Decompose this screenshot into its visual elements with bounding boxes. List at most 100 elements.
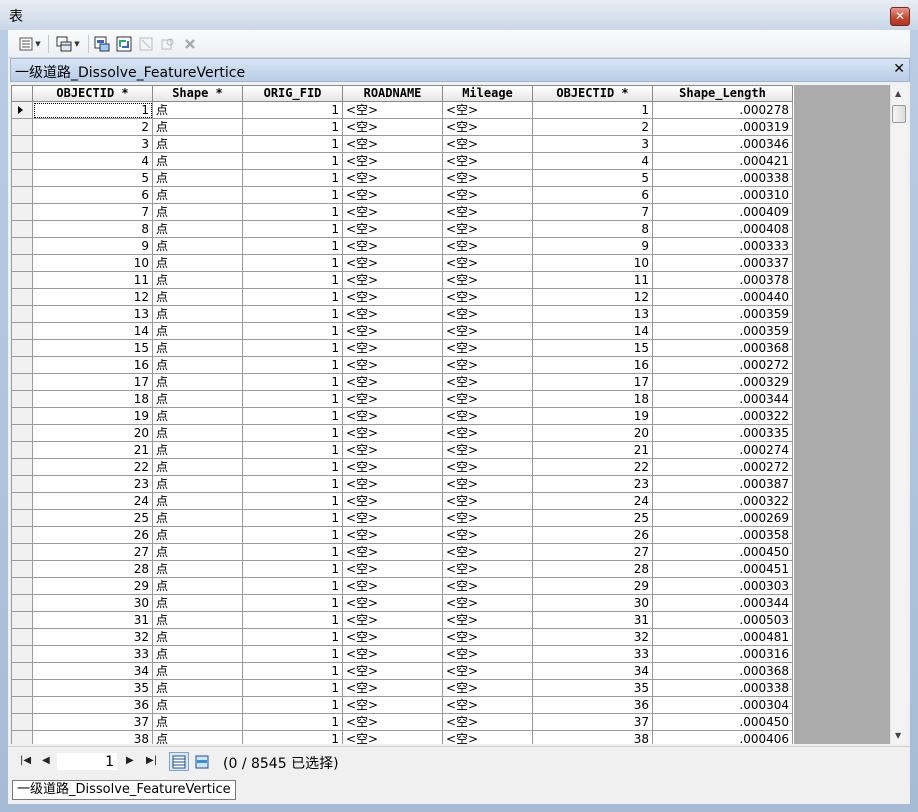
column-header[interactable]: ORIG_FID bbox=[243, 85, 343, 102]
cell-orig-fid[interactable]: 1 bbox=[243, 493, 343, 510]
cell-shape[interactable]: 点 bbox=[153, 170, 243, 187]
cell-objectid-2[interactable]: 17 bbox=[533, 374, 653, 391]
cell-roadname[interactable]: <空> bbox=[343, 561, 443, 578]
cell-roadname[interactable]: <空> bbox=[343, 680, 443, 697]
cell-shape[interactable]: 点 bbox=[153, 187, 243, 204]
cell-mileage[interactable]: <空> bbox=[443, 442, 533, 459]
cell-orig-fid[interactable]: 1 bbox=[243, 170, 343, 187]
cell-objectid[interactable]: 38 bbox=[33, 731, 153, 744]
cell-shape-length[interactable]: .000440 bbox=[653, 289, 793, 306]
table-row[interactable]: 23 点 1 <空> <空> 23.000387 bbox=[11, 476, 793, 493]
cell-roadname[interactable]: <空> bbox=[343, 323, 443, 340]
cell-roadname[interactable]: <空> bbox=[343, 136, 443, 153]
table-row[interactable]: 35 点 1 <空> <空> 35.000338 bbox=[11, 680, 793, 697]
cell-objectid[interactable]: 5 bbox=[33, 170, 153, 187]
cell-orig-fid[interactable]: 1 bbox=[243, 697, 343, 714]
cell-objectid-2[interactable]: 31 bbox=[533, 612, 653, 629]
cell-objectid-2[interactable]: 26 bbox=[533, 527, 653, 544]
cell-shape[interactable]: 点 bbox=[153, 323, 243, 340]
attribute-grid[interactable]: OBJECTID * Shape * ORIG_FID ROADNAME Mil… bbox=[11, 85, 890, 744]
table-row[interactable]: 11 点 1 <空> <空> 11.000378 bbox=[11, 272, 793, 289]
cell-shape[interactable]: 点 bbox=[153, 578, 243, 595]
cell-mileage[interactable]: <空> bbox=[443, 153, 533, 170]
cell-objectid-2[interactable]: 16 bbox=[533, 357, 653, 374]
first-record-icon[interactable]: |◀ bbox=[20, 755, 31, 766]
cell-objectid-2[interactable]: 38 bbox=[533, 731, 653, 744]
table-row[interactable]: 19 点 1 <空> <空> 19.000322 bbox=[11, 408, 793, 425]
cell-shape-length[interactable]: .000406 bbox=[653, 731, 793, 744]
cell-orig-fid[interactable]: 1 bbox=[243, 323, 343, 340]
cell-shape[interactable]: 点 bbox=[153, 731, 243, 744]
show-all-records-button[interactable] bbox=[169, 752, 189, 771]
cell-roadname[interactable]: <空> bbox=[343, 306, 443, 323]
cell-mileage[interactable]: <空> bbox=[443, 238, 533, 255]
cell-orig-fid[interactable]: 1 bbox=[243, 561, 343, 578]
row-selector[interactable] bbox=[11, 306, 33, 323]
cell-orig-fid[interactable]: 1 bbox=[243, 374, 343, 391]
table-row[interactable]: 24 点 1 <空> <空> 24.000322 bbox=[11, 493, 793, 510]
cell-orig-fid[interactable]: 1 bbox=[243, 459, 343, 476]
vertical-scrollbar[interactable]: ▲ ▼ bbox=[890, 85, 907, 744]
cell-objectid[interactable]: 9 bbox=[33, 238, 153, 255]
row-selector[interactable] bbox=[11, 408, 33, 425]
cell-objectid-2[interactable]: 37 bbox=[533, 714, 653, 731]
cell-objectid-2[interactable]: 24 bbox=[533, 493, 653, 510]
table-row[interactable]: 6 点 1 <空> <空> 6.000310 bbox=[11, 187, 793, 204]
cell-roadname[interactable]: <空> bbox=[343, 493, 443, 510]
cell-mileage[interactable]: <空> bbox=[443, 493, 533, 510]
cell-mileage[interactable]: <空> bbox=[443, 425, 533, 442]
cell-objectid-2[interactable]: 8 bbox=[533, 221, 653, 238]
cell-roadname[interactable]: <空> bbox=[343, 731, 443, 744]
cell-mileage[interactable]: <空> bbox=[443, 459, 533, 476]
cell-objectid-2[interactable]: 28 bbox=[533, 561, 653, 578]
cell-objectid[interactable]: 11 bbox=[33, 272, 153, 289]
row-selector[interactable] bbox=[11, 510, 33, 527]
scroll-down-icon[interactable]: ▼ bbox=[895, 731, 901, 740]
cell-mileage[interactable]: <空> bbox=[443, 646, 533, 663]
cell-objectid-2[interactable]: 35 bbox=[533, 680, 653, 697]
cell-shape[interactable]: 点 bbox=[153, 476, 243, 493]
cell-objectid[interactable]: 27 bbox=[33, 544, 153, 561]
cell-mileage[interactable]: <空> bbox=[443, 595, 533, 612]
cell-orig-fid[interactable]: 1 bbox=[243, 663, 343, 680]
cell-shape-length[interactable]: .000269 bbox=[653, 510, 793, 527]
row-selector[interactable] bbox=[11, 340, 33, 357]
cell-orig-fid[interactable]: 1 bbox=[243, 612, 343, 629]
cell-objectid-2[interactable]: 13 bbox=[533, 306, 653, 323]
cell-objectid[interactable]: 15 bbox=[33, 340, 153, 357]
cell-objectid-2[interactable]: 22 bbox=[533, 459, 653, 476]
cell-shape[interactable]: 点 bbox=[153, 306, 243, 323]
cell-shape[interactable]: 点 bbox=[153, 680, 243, 697]
cell-objectid-2[interactable]: 7 bbox=[533, 204, 653, 221]
cell-roadname[interactable]: <空> bbox=[343, 238, 443, 255]
cell-mileage[interactable]: <空> bbox=[443, 170, 533, 187]
cell-shape[interactable]: 点 bbox=[153, 595, 243, 612]
cell-shape-length[interactable]: .000421 bbox=[653, 153, 793, 170]
cell-shape[interactable]: 点 bbox=[153, 340, 243, 357]
cell-objectid[interactable]: 13 bbox=[33, 306, 153, 323]
cell-mileage[interactable]: <空> bbox=[443, 136, 533, 153]
cell-mileage[interactable]: <空> bbox=[443, 255, 533, 272]
table-row[interactable]: 26 点 1 <空> <空> 26.000358 bbox=[11, 527, 793, 544]
switch-selection-button[interactable] bbox=[114, 35, 134, 53]
table-row[interactable]: 13 点 1 <空> <空> 13.000359 bbox=[11, 306, 793, 323]
row-selector[interactable] bbox=[11, 357, 33, 374]
cell-orig-fid[interactable]: 1 bbox=[243, 119, 343, 136]
cell-objectid-2[interactable]: 10 bbox=[533, 255, 653, 272]
cell-roadname[interactable]: <空> bbox=[343, 374, 443, 391]
cell-objectid-2[interactable]: 5 bbox=[533, 170, 653, 187]
cell-orig-fid[interactable]: 1 bbox=[243, 714, 343, 731]
cell-mileage[interactable]: <空> bbox=[443, 731, 533, 744]
table-row[interactable]: 2 点 1 <空> <空> 2.000319 bbox=[11, 119, 793, 136]
show-selected-records-button[interactable] bbox=[192, 752, 212, 771]
cell-roadname[interactable]: <空> bbox=[343, 170, 443, 187]
row-selector[interactable] bbox=[11, 493, 33, 510]
cell-roadname[interactable]: <空> bbox=[343, 391, 443, 408]
cell-objectid[interactable]: 33 bbox=[33, 646, 153, 663]
cell-roadname[interactable]: <空> bbox=[343, 204, 443, 221]
row-selector[interactable] bbox=[11, 476, 33, 493]
cell-mileage[interactable]: <空> bbox=[443, 510, 533, 527]
cell-objectid-2[interactable]: 12 bbox=[533, 289, 653, 306]
cell-orig-fid[interactable]: 1 bbox=[243, 731, 343, 744]
cell-objectid[interactable]: 37 bbox=[33, 714, 153, 731]
